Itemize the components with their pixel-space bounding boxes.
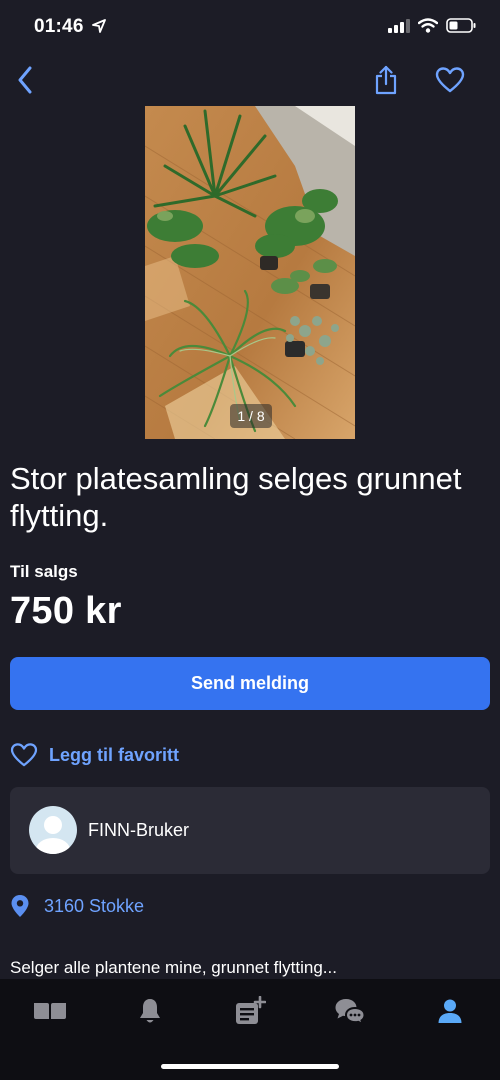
map-pin-icon [11, 895, 29, 917]
tab-notifications[interactable] [120, 993, 180, 1029]
plants-photo [145, 106, 355, 439]
avatar [29, 806, 77, 854]
ad-type-label: Til salgs [10, 562, 78, 581]
location-text: 3160 Stokke [44, 895, 145, 916]
add-favorite-label: Legg til favoritt [49, 744, 179, 765]
wifi-icon [418, 18, 438, 33]
status-time: 01:46 [34, 16, 84, 37]
battery-icon [446, 18, 476, 33]
cellular-signal-icon [388, 18, 410, 33]
share-button[interactable] [368, 60, 404, 100]
favorite-button[interactable] [430, 60, 470, 100]
new-ad-icon [236, 996, 266, 1024]
user-silhouette-icon [36, 816, 70, 854]
chevron-left-icon [18, 66, 32, 94]
tab-new-ad[interactable] [220, 993, 280, 1029]
ad-price: 750 kr [10, 590, 122, 632]
status-indicators [388, 18, 476, 33]
location-services-icon [92, 19, 106, 33]
ad-description: Selger alle plantene mine, grunnet flytt… [10, 958, 337, 977]
bell-icon [140, 999, 160, 1023]
send-message-button[interactable]: Send melding [10, 657, 490, 710]
ad-photo[interactable]: 1 / 8 [145, 106, 355, 439]
location-link[interactable]: 3160 Stokke [10, 893, 144, 919]
chat-bubbles-icon [335, 999, 366, 1025]
ad-title: Stor platesamling selges grunnet flyttin… [10, 461, 462, 533]
seller-name: FINN-Bruker [88, 820, 190, 840]
home-indicator [161, 1064, 339, 1069]
profile-icon [438, 999, 462, 1023]
heart-icon [435, 67, 465, 93]
heart-outline-icon [10, 743, 38, 767]
status-bar: 01:46 [0, 0, 500, 54]
seller-card[interactable]: FINN-Bruker [10, 787, 490, 874]
add-favorite-link[interactable]: Legg til favoritt [10, 740, 179, 770]
nav-bar [0, 60, 500, 102]
share-icon [375, 65, 397, 95]
marketplace-icon [34, 1003, 66, 1019]
tab-messages[interactable] [320, 993, 380, 1029]
tab-profile[interactable] [420, 993, 480, 1029]
image-counter: 1 / 8 [230, 404, 272, 428]
back-button[interactable] [8, 60, 42, 100]
tab-marketplace[interactable] [20, 993, 80, 1029]
